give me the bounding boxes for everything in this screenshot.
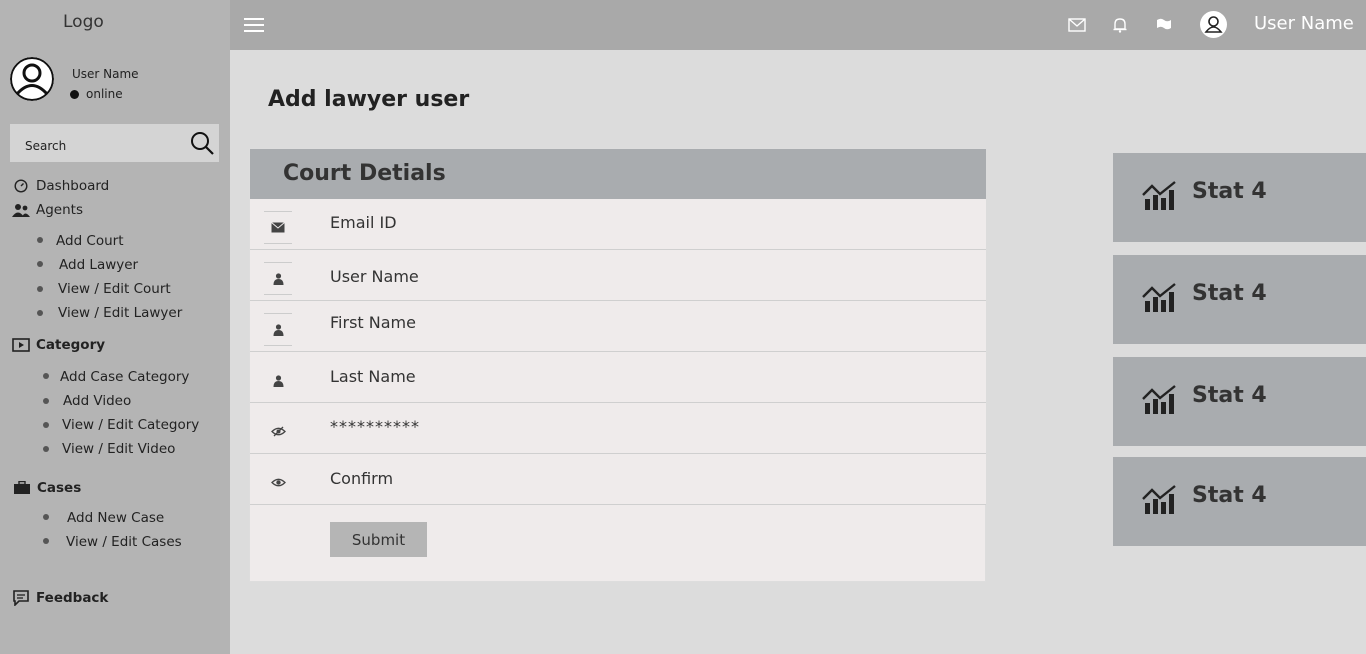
bullet — [43, 398, 49, 404]
bullet — [37, 286, 43, 292]
last-name-field[interactable] — [330, 367, 930, 386]
nav-category-label: Category — [36, 337, 106, 353]
nav-add-case-category[interactable]: Add Case Category — [60, 369, 189, 385]
search-box — [10, 124, 219, 162]
nav-dashboard-label: Dashboard — [36, 178, 110, 194]
profile-status: online — [70, 87, 123, 101]
nav-agents-label: Agents — [36, 202, 83, 218]
briefcase-icon — [13, 480, 31, 496]
user-icon — [264, 262, 292, 295]
stat-label: Stat 4 — [1192, 483, 1267, 508]
username-field[interactable] — [330, 267, 930, 286]
nav-view-edit-court[interactable]: View / Edit Court — [58, 281, 171, 297]
email-field[interactable] — [330, 213, 930, 232]
search-icon[interactable] — [189, 130, 215, 156]
eye-slash-icon[interactable] — [264, 415, 292, 448]
user-icon — [264, 313, 292, 346]
password-row — [250, 403, 986, 454]
user-icon — [264, 364, 292, 397]
logo[interactable]: Logo — [63, 12, 104, 32]
bar-chart-icon — [1142, 181, 1176, 210]
mail-icon[interactable] — [1068, 16, 1086, 34]
form-header: Court Detials — [250, 149, 986, 199]
nav-feedback[interactable]: Feedback — [12, 590, 108, 606]
nav-add-new-case[interactable]: Add New Case — [67, 510, 164, 526]
username-row — [250, 250, 986, 301]
nav-cases[interactable]: Cases — [13, 480, 81, 496]
nav-view-edit-video[interactable]: View / Edit Video — [62, 441, 175, 457]
bullet — [37, 237, 43, 243]
bullet — [43, 538, 49, 544]
bullet — [43, 422, 49, 428]
nav-cases-label: Cases — [37, 480, 82, 496]
nav-view-edit-lawyer[interactable]: View / Edit Lawyer — [58, 305, 182, 321]
bar-chart-icon — [1142, 485, 1176, 514]
eye-icon[interactable] — [264, 466, 292, 499]
topbar-avatar[interactable] — [1200, 11, 1227, 38]
bullet — [43, 446, 49, 452]
video-category-icon — [12, 337, 30, 353]
hamburger-menu-icon[interactable] — [244, 18, 264, 32]
page-title: Add lawyer user — [268, 87, 470, 112]
first-name-row — [250, 301, 986, 352]
bar-chart-icon — [1142, 385, 1176, 414]
profile-avatar[interactable] — [10, 57, 54, 101]
feedback-icon — [12, 590, 30, 606]
stat-label: Stat 4 — [1192, 383, 1267, 408]
envelope-icon — [264, 211, 292, 244]
bullet — [43, 373, 49, 379]
bullet — [43, 514, 49, 520]
bar-chart-icon — [1142, 283, 1176, 312]
confirm-row — [250, 454, 986, 505]
topbar: User Name — [230, 0, 1366, 50]
stat-card[interactable]: Stat 4 — [1113, 357, 1366, 446]
stat-label: Stat 4 — [1192, 281, 1267, 306]
bell-icon[interactable] — [1111, 16, 1129, 34]
stat-card[interactable]: Stat 4 — [1113, 457, 1366, 546]
first-name-field[interactable] — [330, 313, 930, 332]
user-avatar-icon — [1204, 16, 1223, 33]
password-field[interactable] — [330, 417, 930, 436]
user-avatar-icon — [10, 57, 54, 101]
email-row — [250, 199, 986, 250]
search-input[interactable] — [25, 139, 185, 153]
nav-category[interactable]: Category — [12, 337, 105, 353]
sidebar: Logo User Name online Dashboard Agents A… — [0, 0, 230, 654]
nav-dashboard[interactable]: Dashboard — [12, 178, 109, 194]
confirm-password-field[interactable] — [330, 469, 930, 488]
submit-button[interactable]: Submit — [330, 522, 427, 557]
agents-icon — [12, 202, 30, 218]
nav-view-edit-cases[interactable]: View / Edit Cases — [66, 534, 182, 550]
stat-card[interactable]: Stat 4 — [1113, 153, 1366, 242]
nav-add-court[interactable]: Add Court — [56, 233, 124, 249]
nav-add-lawyer[interactable]: Add Lawyer — [59, 257, 138, 273]
nav-add-video[interactable]: Add Video — [63, 393, 131, 409]
add-lawyer-form: Court Detials Submit — [249, 148, 986, 582]
bullet — [37, 261, 43, 267]
topbar-username[interactable]: User Name — [1254, 13, 1354, 34]
dashboard-icon — [12, 178, 30, 194]
stat-card[interactable]: Stat 4 — [1113, 255, 1366, 344]
flag-icon[interactable] — [1155, 16, 1173, 34]
bullet — [37, 310, 43, 316]
stat-label: Stat 4 — [1192, 179, 1267, 204]
nav-agents[interactable]: Agents — [12, 202, 83, 218]
form-header-title: Court Detials — [283, 161, 446, 186]
nav-feedback-label: Feedback — [36, 590, 109, 606]
status-label: online — [86, 87, 123, 101]
nav-view-edit-category[interactable]: View / Edit Category — [62, 417, 199, 433]
last-name-row — [250, 352, 986, 403]
online-dot-icon — [70, 89, 79, 99]
profile-name: User Name — [72, 67, 139, 81]
